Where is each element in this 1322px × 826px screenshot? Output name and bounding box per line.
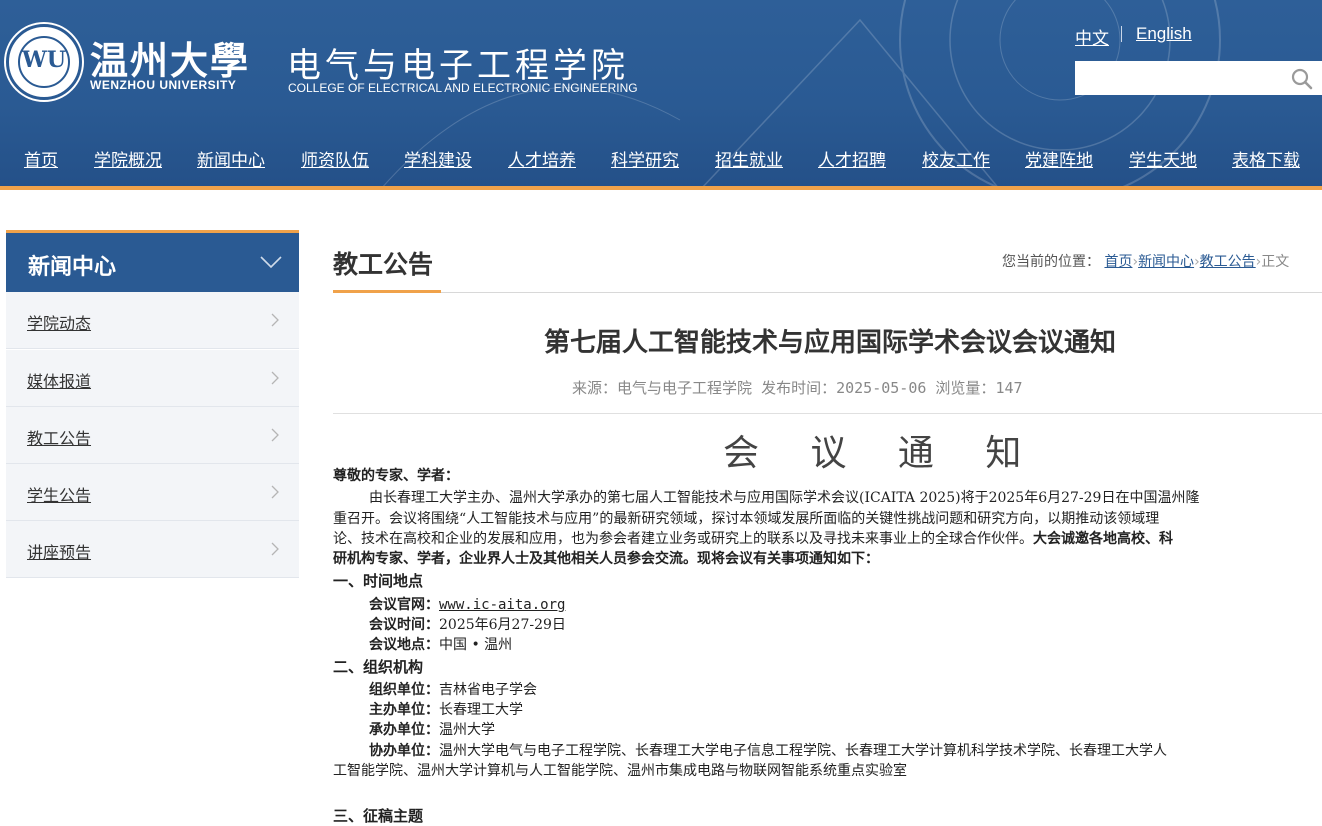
chevron-down-icon[interactable] bbox=[260, 255, 282, 269]
section-heading-time-place: 一、时间地点 bbox=[333, 572, 424, 590]
undertake-value: 温州大学 bbox=[439, 722, 495, 738]
sidebar-item-staff-notices[interactable]: 教工公告 bbox=[6, 407, 299, 464]
sidebar-item-label: 学院动态 bbox=[27, 314, 92, 333]
section-title: 教工公告 bbox=[333, 250, 434, 279]
university-name-en: WENZHOU UNIVERSITY bbox=[90, 78, 237, 92]
org-value: 吉林省电子学会 bbox=[439, 682, 537, 698]
nav-item-downloads[interactable]: 表格下载 bbox=[1232, 146, 1300, 171]
nav-item-news[interactable]: 新闻中心 bbox=[197, 146, 265, 171]
nav-item-alumni[interactable]: 校友工作 bbox=[922, 146, 990, 171]
breadcrumb-current: 正文 bbox=[1261, 254, 1290, 270]
time-label: 会议时间： bbox=[369, 617, 439, 633]
site-header: WU 温州大學 WENZHOU UNIVERSITY 电气与电子工程学院 COL… bbox=[0, 0, 1322, 190]
meta-source-label: 来源： bbox=[572, 379, 618, 397]
search-input[interactable] bbox=[1075, 61, 1285, 95]
org-label: 组织单位： bbox=[369, 682, 439, 698]
undertake-row: 承办单位：温州大学 bbox=[369, 719, 495, 739]
sidebar-item-media[interactable]: 媒体报道 bbox=[6, 350, 299, 407]
chevron-right-icon bbox=[271, 485, 279, 499]
notice-heading: 会 议 通 知 bbox=[723, 433, 1042, 474]
co-organizer-label: 协办单位： bbox=[369, 743, 439, 759]
paragraph-bold-text: 大会诚邀各地高校、科 bbox=[1033, 531, 1173, 547]
host-value: 长春理工大学 bbox=[439, 702, 523, 718]
place-label: 会议地点： bbox=[369, 637, 439, 653]
nav-item-faculty[interactable]: 师资队伍 bbox=[301, 146, 369, 171]
university-name-cn: 温州大學 bbox=[90, 38, 251, 83]
sidebar-title: 新闻中心 bbox=[28, 255, 117, 280]
chevron-right-icon bbox=[271, 371, 279, 385]
paragraph-line: 由长春理工大学主办、温州大学承办的第七届人工智能技术与应用国际学术会议(ICAI… bbox=[369, 490, 1200, 506]
nav-item-admission[interactable]: 招生就业 bbox=[715, 146, 783, 171]
breadcrumb-section-link[interactable]: 教工公告 bbox=[1200, 254, 1256, 270]
time-value: 2025年6月27-29日 bbox=[439, 617, 566, 633]
university-seal-logo[interactable]: WU bbox=[6, 24, 82, 100]
sidebar-item-label: 教工公告 bbox=[27, 429, 92, 448]
nav-item-recruitment[interactable]: 人才招聘 bbox=[818, 146, 886, 171]
paragraph-line: 重召开。会议将围绕“人工智能技术与应用”的最新研究领域，探讨本领域发展所面临的关… bbox=[333, 511, 1160, 527]
paragraph-line: 工智能学院、温州大学计算机与人工智能学院、温州市集成电路与物联网智能系统重点实验… bbox=[333, 763, 907, 779]
lang-english-link[interactable]: English bbox=[1136, 24, 1192, 44]
college-name-en: COLLEGE OF ELECTRICAL AND ELECTRONIC ENG… bbox=[288, 81, 638, 95]
org-row: 组织单位：吉林省电子学会 bbox=[369, 679, 537, 699]
sidebar-item-college-news[interactable]: 学院动态 bbox=[6, 292, 299, 349]
search-icon[interactable] bbox=[1291, 68, 1313, 90]
place-value: 中国 • 温州 bbox=[439, 637, 513, 653]
meta-date-label: 发布时间： bbox=[761, 379, 837, 397]
nav-item-research[interactable]: 科学研究 bbox=[611, 146, 679, 171]
undertake-label: 承办单位： bbox=[369, 722, 439, 738]
section-heading-organization: 二、组织机构 bbox=[333, 658, 424, 676]
co-organizer-value: 温州大学电气与电子工程学院、长春理工大学电子信息工程学院、长春理工大学计算机科学… bbox=[439, 743, 1167, 759]
sidebar-item-label: 学生公告 bbox=[27, 486, 92, 505]
meta-views: 147 bbox=[995, 379, 1023, 397]
article-title: 第七届人工智能技术与应用国际学术会议会议通知 bbox=[543, 328, 1116, 358]
article-meta: 来源：电气与电子工程学院 发布时间：2025-05-06 浏览量：147 bbox=[572, 377, 1023, 398]
breadcrumb-news-link[interactable]: 新闻中心 bbox=[1138, 254, 1194, 270]
time-row: 会议时间：2025年6月27-29日 bbox=[369, 614, 566, 634]
nav-item-party[interactable]: 党建阵地 bbox=[1025, 146, 1093, 171]
sidebar-item-student-notices[interactable]: 学生公告 bbox=[6, 464, 299, 521]
chevron-right-icon bbox=[271, 542, 279, 556]
section-title-underline bbox=[333, 290, 441, 293]
article-divider bbox=[333, 413, 1322, 414]
sidebar-header: 新闻中心 bbox=[6, 230, 299, 292]
meta-source: 电气与电子工程学院 bbox=[617, 379, 753, 397]
website-row: 会议官网：www.ic-aita.org bbox=[369, 594, 565, 614]
place-row: 会议地点：中国 • 温州 bbox=[369, 634, 512, 654]
sidebar-item-lectures[interactable]: 讲座预告 bbox=[6, 521, 299, 578]
lang-separator bbox=[1121, 26, 1122, 42]
breadcrumb-prefix: 您当前的位置： bbox=[1002, 254, 1100, 270]
website-label: 会议官网： bbox=[369, 597, 439, 613]
co-organizer-row: 协办单位：温州大学电气与电子工程学院、长春理工大学电子信息工程学院、长春理工大学… bbox=[369, 740, 1167, 760]
section-divider bbox=[333, 292, 1322, 293]
section-heading-topics: 三、征稿主题 bbox=[333, 807, 424, 825]
host-row: 主办单位：长春理工大学 bbox=[369, 699, 523, 719]
nav-item-education[interactable]: 人才培养 bbox=[508, 146, 576, 171]
nav-item-about[interactable]: 学院概况 bbox=[94, 146, 162, 171]
chevron-right-icon bbox=[271, 313, 279, 327]
conference-website-link[interactable]: www.ic-aita.org bbox=[439, 597, 565, 613]
nav-item-disciplines[interactable]: 学科建设 bbox=[404, 146, 472, 171]
header-accent-line bbox=[0, 186, 1322, 190]
breadcrumb-home-link[interactable]: 首页 bbox=[1104, 254, 1132, 270]
meta-views-label: 浏览量： bbox=[935, 379, 996, 397]
nav-item-students[interactable]: 学生天地 bbox=[1129, 146, 1197, 171]
main-navigation: 首页 学院概况 新闻中心 师资队伍 学科建设 人才培养 科学研究 招生就业 人才… bbox=[0, 146, 1322, 174]
chevron-right-icon bbox=[271, 428, 279, 442]
sidebar-item-label: 讲座预告 bbox=[27, 543, 92, 562]
nav-item-home[interactable]: 首页 bbox=[24, 146, 58, 171]
paragraph-line: 研机构专家、学者，企业界人士及其他相关人员参会交流。现将会议有关事项通知如下： bbox=[333, 551, 879, 567]
salutation: 尊敬的专家、学者： bbox=[333, 468, 459, 484]
host-label: 主办单位： bbox=[369, 702, 439, 718]
lang-chinese-link[interactable]: 中文 bbox=[1075, 24, 1109, 49]
paragraph-line: 论、技术在高校和企业的发展和应用，也为参会者建立业务或研究上的联系以及寻找未来事… bbox=[333, 528, 1173, 548]
meta-date: 2025-05-06 bbox=[836, 379, 927, 397]
sidebar-item-label: 媒体报道 bbox=[27, 372, 92, 391]
college-name-cn: 电气与电子工程学院 bbox=[287, 46, 629, 86]
paragraph-text: 论、技术在高校和企业的发展和应用，也为参会者建立业务或研究上的联系以及寻找未来事… bbox=[333, 531, 1033, 547]
breadcrumb: 您当前的位置： 首页›新闻中心›教工公告›正文 bbox=[1002, 251, 1289, 271]
